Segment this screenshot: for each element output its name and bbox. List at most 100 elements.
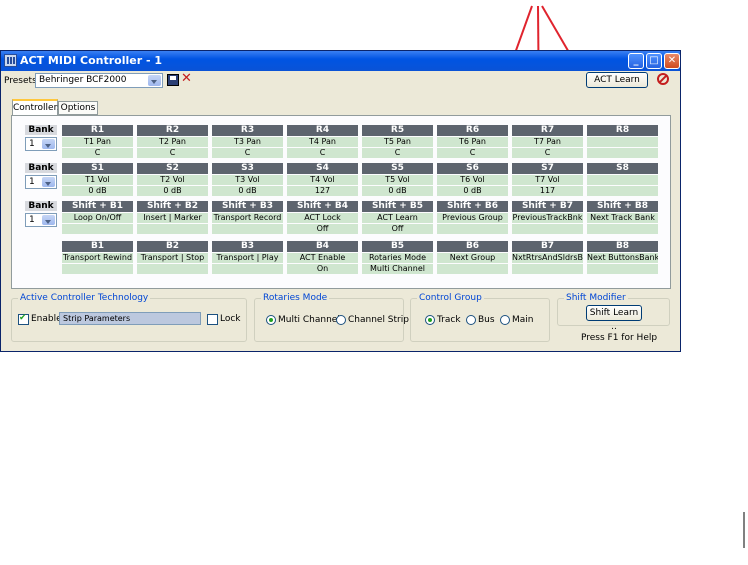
controller-header[interactable]: S5 — [362, 163, 433, 174]
controller-value[interactable] — [512, 224, 583, 234]
controller-header[interactable]: R8 — [587, 125, 658, 136]
controller-value[interactable] — [587, 148, 658, 158]
controller-value[interactable] — [137, 264, 208, 274]
controller-header[interactable]: S7 — [512, 163, 583, 174]
controller-assignment[interactable]: Insert | Marker — [137, 213, 208, 223]
controller-assignment[interactable] — [587, 137, 658, 147]
delete-icon[interactable]: ✕ — [181, 72, 192, 86]
tab-options[interactable]: Options — [58, 101, 98, 115]
controller-value[interactable] — [212, 264, 283, 274]
controller-assignment[interactable]: T3 Vol — [212, 175, 283, 185]
controller-value[interactable]: C — [437, 148, 508, 158]
controller-header[interactable]: R2 — [137, 125, 208, 136]
controller-value[interactable]: 0 dB — [212, 186, 283, 196]
controller-header[interactable]: Shift + B6 — [437, 201, 508, 212]
controller-assignment[interactable]: T5 Vol — [362, 175, 433, 185]
channel-strip-radio[interactable] — [336, 315, 346, 325]
controller-value[interactable]: C — [287, 148, 358, 158]
controller-header[interactable]: B2 — [137, 241, 208, 252]
controller-header[interactable]: S1 — [62, 163, 133, 174]
track-radio[interactable] — [425, 315, 435, 325]
controller-value[interactable] — [587, 186, 658, 196]
controller-header[interactable]: B8 — [587, 241, 658, 252]
controller-assignment[interactable]: T2 Pan — [137, 137, 208, 147]
minimize-button[interactable]: _ — [628, 53, 644, 69]
controller-header[interactable]: R4 — [287, 125, 358, 136]
controller-assignment[interactable]: Rotaries Mode — [362, 253, 433, 263]
controller-value[interactable]: C — [137, 148, 208, 158]
controller-assignment[interactable]: ACT Enable — [287, 253, 358, 263]
chevron-down-icon[interactable] — [42, 215, 55, 225]
controller-value[interactable]: Multi Channel — [362, 264, 433, 274]
bank-dropdown[interactable]: 1 — [25, 137, 57, 151]
controller-assignment[interactable]: ACT Lock — [287, 213, 358, 223]
controller-header[interactable]: B3 — [212, 241, 283, 252]
controller-assignment[interactable]: Transport Rewind — [62, 253, 133, 263]
presets-dropdown[interactable]: Behringer BCF2000 — [35, 73, 163, 88]
controller-value[interactable]: C — [62, 148, 133, 158]
disable-icon[interactable] — [657, 73, 669, 85]
tab-controllers[interactable]: Controllers — [12, 99, 62, 116]
controller-assignment[interactable]: Transport | Play — [212, 253, 283, 263]
controller-header[interactable]: B7 — [512, 241, 583, 252]
close-button[interactable]: ✕ — [664, 53, 680, 69]
controller-value[interactable] — [587, 224, 658, 234]
controller-assignment[interactable]: Transport | Stop — [137, 253, 208, 263]
controller-value[interactable]: 0 dB — [437, 186, 508, 196]
bank-dropdown[interactable]: 1 — [25, 213, 57, 227]
chevron-down-icon[interactable] — [42, 139, 55, 149]
controller-value[interactable]: 0 dB — [362, 186, 433, 196]
shift-learn-button[interactable]: Shift Learn .. — [586, 305, 642, 332]
controller-header[interactable]: B5 — [362, 241, 433, 252]
controller-header[interactable]: S3 — [212, 163, 283, 174]
controller-assignment[interactable]: T5 Pan — [362, 137, 433, 147]
bus-radio[interactable] — [466, 315, 476, 325]
controller-header[interactable]: B1 — [62, 241, 133, 252]
controller-assignment[interactable]: ACT Learn — [362, 213, 433, 223]
controller-header[interactable]: Shift + B1 — [62, 201, 133, 212]
controller-value[interactable]: 0 dB — [62, 186, 133, 196]
main-radio[interactable] — [500, 315, 510, 325]
controller-value[interactable]: 0 dB — [137, 186, 208, 196]
controller-assignment[interactable]: T4 Pan — [287, 137, 358, 147]
controller-value[interactable] — [137, 224, 208, 234]
controller-assignment[interactable]: Previous Group — [437, 213, 508, 223]
controller-value[interactable]: C — [212, 148, 283, 158]
controller-header[interactable]: R5 — [362, 125, 433, 136]
controller-value[interactable] — [62, 224, 133, 234]
controller-assignment[interactable]: T4 Vol — [287, 175, 358, 185]
controller-value[interactable]: C — [362, 148, 433, 158]
act-parameter-field[interactable]: Strip Parameters — [59, 312, 201, 325]
controller-assignment[interactable]: PreviousTrackBnk — [512, 213, 583, 223]
controller-assignment[interactable]: Next ButtonsBank — [587, 253, 658, 263]
controller-assignment[interactable]: Next Track Bank — [587, 213, 658, 223]
controller-header[interactable]: Shift + B7 — [512, 201, 583, 212]
controller-header[interactable]: R1 — [62, 125, 133, 136]
controller-assignment[interactable]: Next Group — [437, 253, 508, 263]
multi-channel-radio[interactable] — [266, 315, 276, 325]
controller-value[interactable] — [437, 264, 508, 274]
controller-header[interactable]: Shift + B3 — [212, 201, 283, 212]
controller-assignment[interactable]: T2 Vol — [137, 175, 208, 185]
save-icon[interactable] — [167, 74, 179, 86]
controller-value[interactable]: 117 — [512, 186, 583, 196]
controller-assignment[interactable]: T6 Vol — [437, 175, 508, 185]
controller-value[interactable]: C — [512, 148, 583, 158]
controller-assignment[interactable]: T7 Pan — [512, 137, 583, 147]
controller-value[interactable]: 127 — [287, 186, 358, 196]
controller-header[interactable]: S4 — [287, 163, 358, 174]
controller-value[interactable]: On — [287, 264, 358, 274]
lock-checkbox[interactable] — [207, 314, 218, 325]
chevron-down-icon[interactable] — [148, 75, 161, 86]
controller-assignment[interactable]: T1 Vol — [62, 175, 133, 185]
controller-assignment[interactable] — [587, 175, 658, 185]
controller-header[interactable]: S8 — [587, 163, 658, 174]
maximize-button[interactable]: □ — [646, 53, 662, 69]
controller-assignment[interactable]: NxtRtrsAndSldrsB — [512, 253, 583, 263]
controller-value[interactable]: Off — [362, 224, 433, 234]
controller-value[interactable]: Off — [287, 224, 358, 234]
controller-header[interactable]: R7 — [512, 125, 583, 136]
controller-header[interactable]: Shift + B2 — [137, 201, 208, 212]
controller-header[interactable]: Shift + B8 — [587, 201, 658, 212]
controller-value[interactable] — [512, 264, 583, 274]
